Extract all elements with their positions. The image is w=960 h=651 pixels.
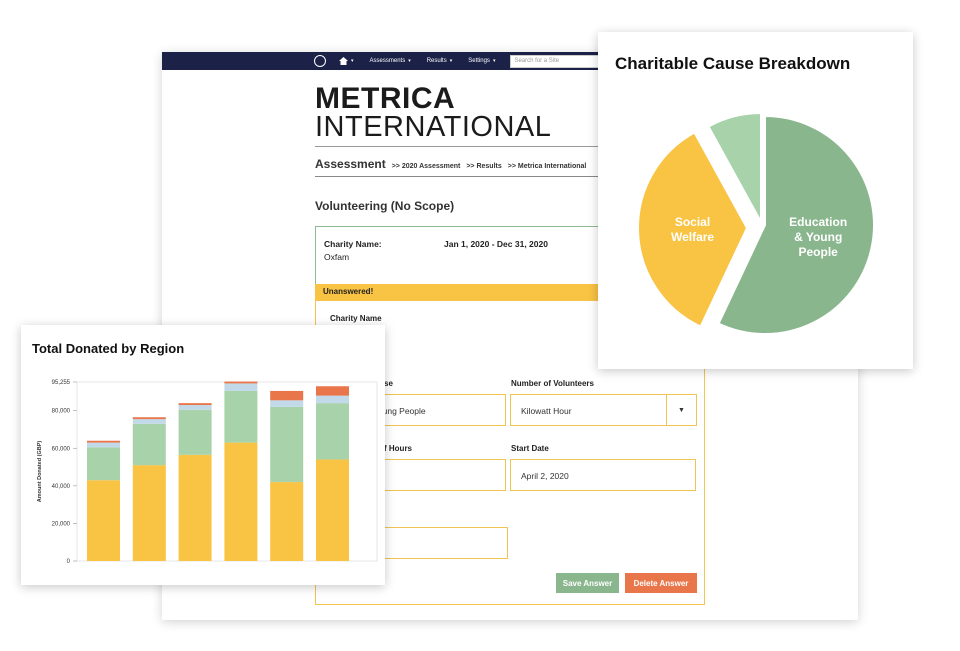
volunteers-select[interactable]: Kilowatt Hour ▼ bbox=[510, 394, 697, 426]
bar-segment bbox=[132, 423, 166, 466]
y-tick-label: 40,000 bbox=[52, 484, 71, 490]
bar-chart-card: Total Donated by Region 0 20,000 40,000 60,… bbox=[21, 325, 385, 585]
bar-segment bbox=[87, 442, 120, 448]
charity-info-box: Charity Name: Jan 1, 2020 - Dec 31, 2020… bbox=[315, 226, 615, 286]
nav-settings[interactable]: Settings ▾ bbox=[463, 58, 500, 64]
breadcrumb-link-results[interactable]: >> Results bbox=[466, 163, 501, 170]
charity-name-label: Charity Name: bbox=[324, 239, 382, 249]
y-tick-label: 0 bbox=[67, 559, 71, 565]
bar-segment bbox=[87, 440, 120, 443]
nav-settings-label: Settings bbox=[468, 58, 490, 64]
save-answer-button[interactable]: Save Answer bbox=[556, 573, 619, 593]
hours-label: f Hours bbox=[384, 444, 412, 453]
bar-segment bbox=[178, 405, 212, 410]
y-tick-label: 95,255 bbox=[52, 380, 71, 386]
delete-answer-button[interactable]: Delete Answer bbox=[625, 573, 697, 593]
volunteers-select-value: Kilowatt Hour bbox=[521, 406, 572, 416]
breadcrumb: Assessment >> 2020 Assessment >> Results… bbox=[315, 157, 586, 171]
bar-segment bbox=[178, 409, 212, 455]
chevron-down-icon: ▾ bbox=[449, 58, 453, 64]
brand-title: METRICA bbox=[315, 82, 456, 115]
charity-name-value: Oxfam bbox=[324, 252, 350, 262]
pie-slice-label: Social bbox=[675, 215, 710, 229]
y-tick-label: 80,000 bbox=[52, 409, 71, 415]
brand-divider bbox=[315, 146, 605, 147]
bar-segment bbox=[87, 480, 120, 561]
nav-results-label: Results bbox=[426, 58, 447, 64]
pie-slice-label: Education bbox=[789, 215, 847, 229]
bar-segment bbox=[270, 482, 304, 561]
chevron-down-icon: ▾ bbox=[351, 58, 354, 64]
bar-chart: 0 20,000 40,000 60,000 80,000 95,255 Amount Do… bbox=[37, 380, 378, 565]
metrica-logo-icon[interactable] bbox=[314, 55, 326, 67]
home-menu[interactable]: ▾ bbox=[334, 57, 359, 65]
bar-segment bbox=[132, 419, 166, 424]
form-charity-name-label: Charity Name bbox=[330, 314, 382, 323]
pie-slice-label: Welfare bbox=[671, 230, 714, 244]
bar-segment bbox=[224, 442, 258, 561]
bar-segment bbox=[132, 417, 166, 420]
pie-slice-label: People bbox=[799, 245, 839, 259]
pie-chart: Education& YoungPeople SocialWelfare bbox=[637, 111, 875, 335]
bar-segment bbox=[316, 386, 349, 396]
nav-assessments-label: Assessments bbox=[369, 58, 406, 64]
section-title: Volunteering (No Scope) bbox=[315, 199, 455, 213]
bar-segment bbox=[270, 400, 304, 407]
bar-segment bbox=[224, 390, 258, 443]
bar-segment bbox=[178, 454, 212, 561]
start-date-label: Start Date bbox=[511, 444, 549, 453]
breadcrumb-link-site[interactable]: >> Metrica International bbox=[508, 163, 587, 170]
pie-slice-label: & Young bbox=[794, 230, 842, 244]
date-range: Jan 1, 2020 - Dec 31, 2020 bbox=[444, 239, 548, 249]
breadcrumb-link-assessment[interactable]: >> 2020 Assessment bbox=[392, 163, 461, 170]
y-tick-label: 60,000 bbox=[52, 446, 71, 452]
bar-segment bbox=[132, 465, 166, 561]
bar-segment bbox=[224, 381, 258, 384]
chevron-down-icon: ▾ bbox=[492, 58, 496, 64]
cause-label: se bbox=[384, 379, 393, 388]
y-axis-label: Amount Donated (GBP) bbox=[37, 441, 43, 503]
bar-segment bbox=[316, 395, 349, 404]
bar-segment bbox=[270, 390, 304, 401]
start-date-field[interactable]: April 2, 2020 bbox=[510, 459, 696, 491]
volunteers-label: Number of Volunteers bbox=[511, 379, 594, 388]
breadcrumb-divider bbox=[315, 176, 605, 177]
bar-segment bbox=[224, 383, 258, 391]
home-icon bbox=[339, 57, 348, 65]
nav-results[interactable]: Results ▾ bbox=[422, 58, 458, 64]
chevron-down-icon: ▾ bbox=[408, 58, 411, 64]
y-tick-label: 20,000 bbox=[52, 521, 71, 527]
bar-segment bbox=[270, 406, 304, 483]
nav-assessments[interactable]: Assessments ▾ bbox=[365, 58, 416, 64]
brand-subtitle: INTERNATIONAL bbox=[315, 111, 552, 143]
bar-segment bbox=[178, 403, 212, 406]
bar-segment bbox=[316, 403, 349, 460]
chevron-down-icon[interactable]: ▼ bbox=[666, 395, 696, 425]
pie-chart-card: Charitable Cause Breakdown Education & Yo… bbox=[598, 32, 913, 369]
breadcrumb-title: Assessment bbox=[315, 157, 386, 171]
bar-segment bbox=[87, 447, 120, 481]
bar-segment bbox=[316, 459, 349, 561]
